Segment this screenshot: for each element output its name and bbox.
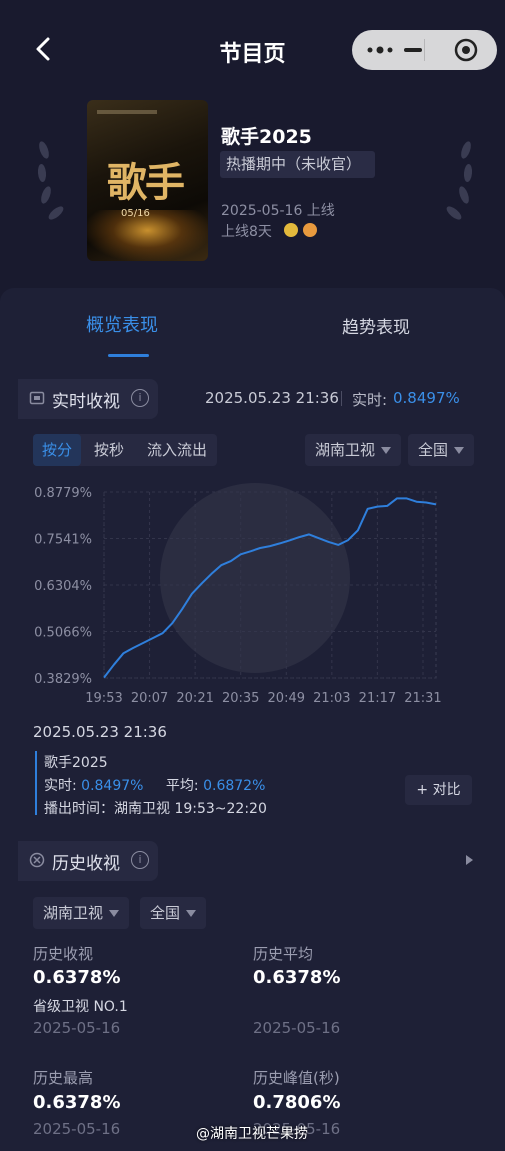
compare-button[interactable]: + 对比	[405, 775, 472, 805]
chevron-down-icon	[381, 447, 392, 454]
history-region-dropdown[interactable]: 全国	[140, 897, 207, 929]
tab-indicator	[108, 354, 149, 357]
stat-label: 历史峰值(秒)	[253, 1069, 340, 1087]
laurel-left-icon	[37, 141, 64, 220]
stat-label: 历史收视	[33, 945, 94, 963]
detail-program-name: 歌手2025	[44, 755, 108, 771]
watermark-logo	[160, 483, 350, 673]
achievement-badge-icon	[284, 223, 298, 237]
history-channel-dropdown[interactable]: 湖南卫视	[33, 897, 130, 929]
chevron-down-icon	[186, 910, 197, 917]
program-poster[interactable]: 歌手 05/16	[87, 100, 208, 261]
segment-flow[interactable]: 流入流出	[139, 434, 215, 466]
stat-date: 2025-05-16	[33, 1019, 121, 1037]
minimize-icon[interactable]	[404, 48, 422, 52]
detail-rt-label: 实时:	[44, 778, 77, 794]
y-tick-label: 0.6304%	[34, 579, 92, 594]
y-tick-label: 0.7541%	[34, 533, 92, 548]
realtime-timestamp: 2025.05.23 21:36	[205, 389, 339, 407]
stat-date: 2025-05-16	[253, 1019, 341, 1037]
x-tick-label: 20:35	[222, 691, 259, 706]
realtime-line-chart: 0.3829% 0.5066% 0.6304% 0.7541% 0.8779% 19:53…	[34, 483, 442, 706]
stat-date: 2025-05-16	[33, 1120, 121, 1138]
detail-indicator	[35, 751, 37, 815]
y-tick-label: 0.8779%	[34, 486, 92, 501]
x-tick-label: 21:31	[404, 691, 441, 706]
close-target-icon[interactable]	[454, 38, 478, 62]
detail-broadcast: 播出时间：湖南卫视 19:53~22:20	[44, 801, 267, 817]
stat-value: 0.6378%	[33, 967, 121, 988]
more-icon[interactable]	[367, 45, 393, 55]
detail-avg-label: 平均:	[165, 778, 199, 794]
history-region-label: 全国	[150, 904, 181, 922]
segment-by-second[interactable]: 按秒	[85, 434, 133, 466]
tab-trend[interactable]: 趋势表现	[342, 313, 410, 338]
detail-avg-value: 0.6872%	[203, 778, 266, 794]
poster-date: 05/16	[121, 208, 150, 219]
stat-value: 0.6378%	[253, 967, 341, 988]
tv-icon	[29, 391, 45, 405]
y-tick-label: 0.5066%	[34, 626, 92, 641]
chevron-down-icon	[109, 910, 120, 917]
stat-value: 0.6378%	[33, 1092, 121, 1113]
channel-label: 湖南卫视	[315, 441, 376, 459]
stat-rank: 省级卫视 NO.1	[33, 999, 128, 1015]
hot-badge-icon	[303, 223, 317, 237]
program-name: 歌手2025	[221, 126, 312, 148]
weibo-watermark: @湖南卫视芒果捞	[196, 1126, 308, 1142]
chevron-right-icon[interactable]	[466, 855, 473, 865]
status-badge: 热播期中（未收官）	[220, 151, 376, 178]
chevron-down-icon	[454, 447, 465, 454]
stat-label: 历史最高	[33, 1069, 94, 1087]
capsule-divider	[424, 39, 425, 61]
miniprogram-capsule	[352, 30, 497, 70]
y-tick-label: 0.3829%	[34, 672, 92, 687]
segment-by-minute[interactable]: 按分	[33, 434, 81, 466]
realtime-title: 实时收视	[52, 392, 120, 412]
info-icon[interactable]: i	[131, 389, 149, 407]
release-date: 2025-05-16 上线	[221, 203, 335, 219]
channel-dropdown[interactable]: 湖南卫视	[305, 434, 402, 466]
x-tick-label: 21:17	[359, 691, 396, 706]
history-channel-label: 湖南卫视	[43, 904, 104, 922]
x-tick-label: 19:53	[85, 691, 122, 706]
detail-rt-value: 0.8497%	[81, 778, 144, 794]
x-tick-label: 20:21	[176, 691, 213, 706]
stat-label: 历史平均	[253, 945, 314, 963]
x-tick-label: 20:07	[131, 691, 168, 706]
history-icon	[29, 852, 45, 868]
laurel-right-icon	[446, 141, 473, 220]
tab-overview[interactable]: 概览表现	[86, 311, 158, 337]
detail-values: 实时: 0.8497% 平均: 0.6872%	[44, 775, 265, 795]
poster-title: 歌手	[107, 159, 185, 206]
x-tick-label: 20:49	[268, 691, 305, 706]
granularity-segment: 按分 按秒 流入流出	[33, 434, 217, 466]
info-icon[interactable]: i	[131, 851, 149, 869]
online-days: 上线8天	[221, 224, 272, 240]
region-dropdown[interactable]: 全国	[408, 434, 475, 466]
x-tick-label: 21:03	[313, 691, 350, 706]
region-label: 全国	[418, 441, 449, 459]
detail-time: 2025.05.23 21:36	[33, 723, 167, 741]
top-bar: 节目页	[0, 0, 505, 100]
stat-value: 0.7806%	[253, 1092, 341, 1113]
divider	[341, 391, 342, 406]
realtime-value: 0.8497%	[393, 389, 460, 407]
realtime-label: 实时:	[352, 391, 388, 409]
history-title: 历史收视	[52, 854, 120, 874]
